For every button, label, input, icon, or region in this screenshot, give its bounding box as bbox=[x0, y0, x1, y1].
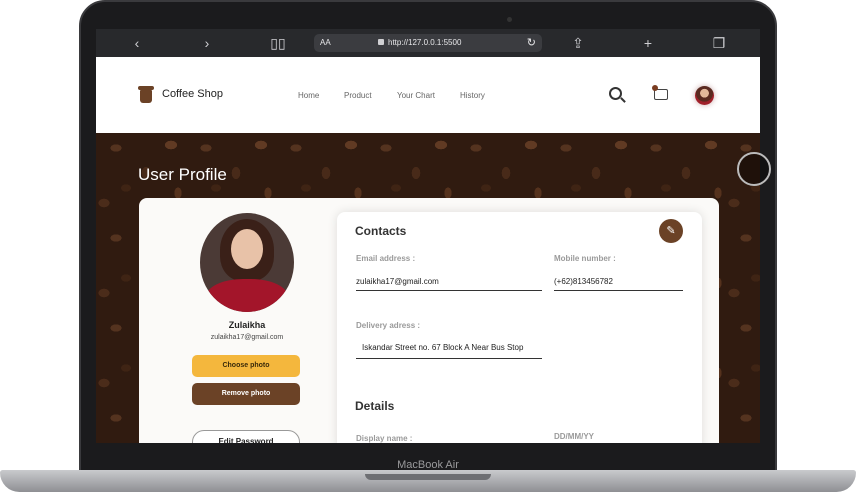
text-size-button[interactable]: AA bbox=[320, 38, 331, 47]
email-field[interactable]: zulaikha17@gmail.com bbox=[356, 277, 542, 291]
address-bar[interactable]: AA http://127.0.0.1:5500 ↻ bbox=[314, 34, 542, 52]
remove-photo-button[interactable]: Remove photo bbox=[192, 383, 300, 405]
avatar[interactable] bbox=[695, 86, 714, 105]
share-icon[interactable]: ⇪ bbox=[567, 34, 589, 52]
contacts-title: Contacts bbox=[355, 224, 407, 238]
search-icon[interactable] bbox=[609, 87, 622, 100]
new-tab-icon[interactable]: + bbox=[637, 34, 659, 52]
delivery-field[interactable]: Iskandar Street no. 67 Block A Near Bus … bbox=[356, 342, 542, 359]
lock-icon bbox=[378, 39, 384, 45]
reload-icon[interactable]: ↻ bbox=[527, 36, 536, 49]
contacts-panel: Contacts ✎ Email address : zulaikha17@gm… bbox=[337, 212, 702, 443]
brand-name[interactable]: Coffee Shop bbox=[162, 88, 223, 100]
laptop-notch bbox=[365, 474, 491, 480]
edit-password-button[interactable]: Edit Password bbox=[192, 430, 300, 443]
nav-home[interactable]: Home bbox=[298, 91, 319, 100]
back-icon[interactable]: ‹ bbox=[126, 34, 148, 52]
display-name-label: Display name : bbox=[356, 434, 413, 443]
nav-history[interactable]: History bbox=[460, 91, 485, 100]
laptop-mockup: MacBook Air ‹ › ▯▯ AA http://127.0.0.1:5… bbox=[0, 0, 856, 492]
notification-dot bbox=[652, 85, 658, 91]
page-title: User Profile bbox=[138, 165, 227, 184]
profile-name: Zulaikha bbox=[228, 320, 266, 330]
url-text: http://127.0.0.1:5500 bbox=[388, 38, 462, 47]
profile-photo bbox=[200, 213, 294, 312]
tabs-overview-icon[interactable]: ❐ bbox=[708, 34, 730, 52]
site-header: Coffee Shop Home Product Your Chart Hist… bbox=[96, 57, 760, 133]
cursor-indicator bbox=[737, 152, 771, 186]
delivery-label: Delivery adress : bbox=[356, 321, 421, 330]
chat-icon[interactable] bbox=[652, 85, 670, 103]
nav-product[interactable]: Product bbox=[344, 91, 372, 100]
coffee-cup-icon bbox=[138, 86, 154, 103]
date-label: DD/MM/YY bbox=[554, 432, 594, 441]
mobile-label: Mobile number : bbox=[554, 254, 616, 263]
profile-email: zulaikha17@gmail.com bbox=[210, 334, 284, 341]
sidebar-icon[interactable]: ▯▯ bbox=[267, 34, 289, 52]
choose-photo-button[interactable]: Choose photo bbox=[192, 355, 300, 377]
mobile-field[interactable]: (+62)813456782 bbox=[554, 277, 683, 291]
screen: ‹ › ▯▯ AA http://127.0.0.1:5500 ↻ ⇪ + ❐ … bbox=[96, 29, 760, 443]
email-label: Email address : bbox=[356, 254, 416, 263]
nav-your-chart[interactable]: Your Chart bbox=[397, 91, 435, 100]
camera bbox=[507, 17, 512, 22]
laptop-model-label: MacBook Air bbox=[397, 459, 459, 471]
forward-icon[interactable]: › bbox=[196, 34, 218, 52]
edit-icon[interactable]: ✎ bbox=[659, 219, 683, 243]
browser-toolbar: ‹ › ▯▯ AA http://127.0.0.1:5500 ↻ ⇪ + ❐ bbox=[96, 29, 760, 57]
details-title: Details bbox=[355, 399, 395, 413]
